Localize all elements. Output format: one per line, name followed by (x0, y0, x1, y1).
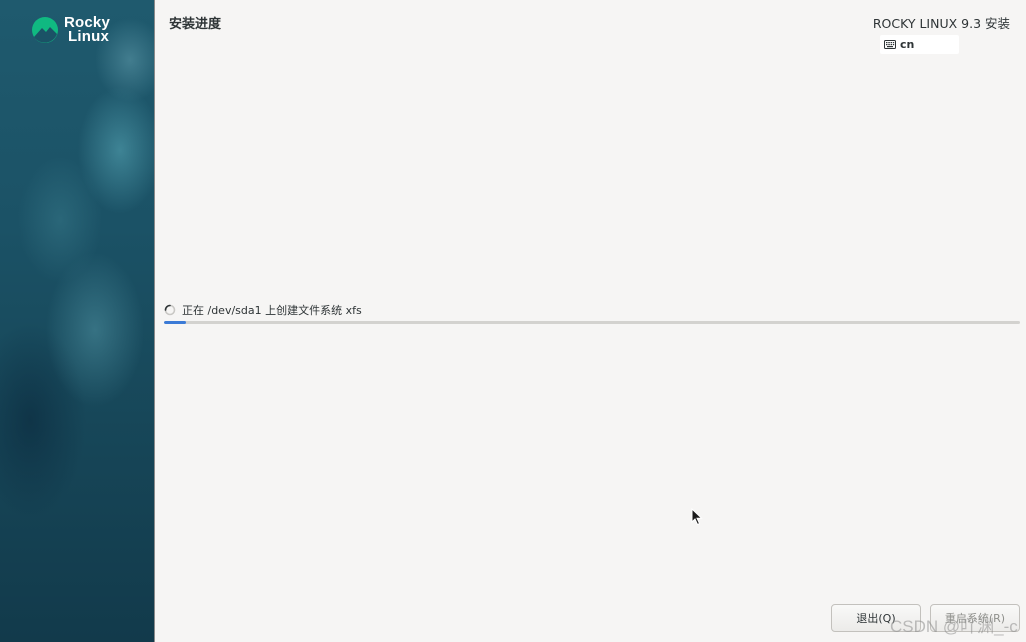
reboot-button[interactable]: 重启系统(R) (930, 604, 1020, 632)
keyboard-icon (884, 40, 896, 49)
spinner-icon (164, 304, 176, 316)
sidebar-divider (154, 0, 155, 642)
product-title: ROCKY LINUX 9.3 安装 (872, 16, 1010, 31)
rocky-linux-logo-icon (32, 17, 58, 43)
status-text: 正在 /dev/sda1 上创建文件系统 xfs (182, 304, 362, 317)
sidebar: Rocky Linux (0, 0, 155, 642)
logo-text: Rocky Linux (64, 15, 110, 45)
keyboard-layout-indicator[interactable]: cn (880, 35, 959, 54)
install-status: 正在 /dev/sda1 上创建文件系统 xfs (164, 302, 362, 318)
logo: Rocky Linux (32, 15, 110, 45)
quit-button[interactable]: 退出(Q) (831, 604, 921, 632)
install-progress-bar (164, 321, 1020, 324)
keyboard-layout-label: cn (900, 38, 915, 51)
page-title: 安装进度 (169, 17, 222, 32)
mouse-cursor-icon (691, 508, 703, 526)
logo-line-2: Linux (68, 28, 109, 45)
progress-fill (164, 321, 187, 324)
